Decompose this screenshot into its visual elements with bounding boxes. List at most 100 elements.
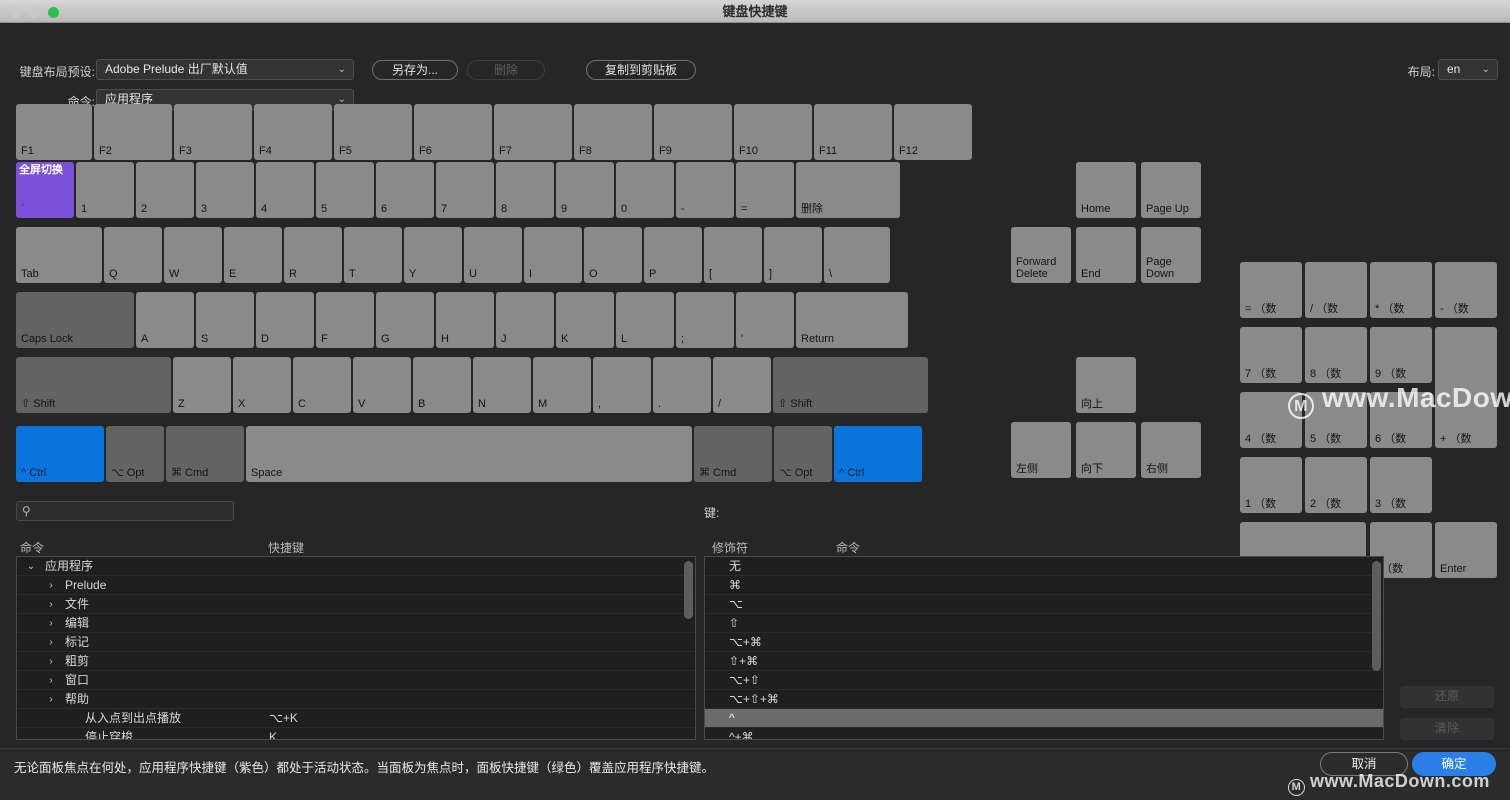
- key-[interactable]: ': [736, 292, 794, 348]
- key-q[interactable]: Q: [104, 227, 162, 283]
- key-7[interactable]: 7: [436, 162, 494, 218]
- key-f6[interactable]: F6: [414, 104, 492, 160]
- key-i[interactable]: I: [524, 227, 582, 283]
- chevron-down-icon[interactable]: ⌄: [25, 557, 37, 576]
- chevron-right-icon[interactable]: ›: [45, 652, 57, 671]
- chevron-right-icon[interactable]: ›: [45, 614, 57, 633]
- key-space[interactable]: Space: [246, 426, 692, 482]
- search-field[interactable]: ⚲: [16, 501, 234, 521]
- key-o[interactable]: O: [584, 227, 642, 283]
- key-b[interactable]: B: [413, 357, 471, 413]
- save-as-button[interactable]: 另存为...: [372, 60, 458, 80]
- key-[interactable]: 删除: [796, 162, 900, 218]
- virtual-keyboard[interactable]: F1 F2 F3 F4 F5 F6 F7 F8 F9 F10 F11 F12 全屏切换 ` 1 2 3 4 5 6 7 8…: [0, 96, 1510, 578]
- key-y[interactable]: Y: [404, 227, 462, 283]
- key-4[interactable]: 4 （数: [1240, 392, 1302, 448]
- key-p[interactable]: P: [644, 227, 702, 283]
- key-v[interactable]: V: [353, 357, 411, 413]
- modifier-list-row[interactable]: ⌥+⇧: [705, 671, 1383, 690]
- key-end[interactable]: End: [1076, 227, 1136, 283]
- key-shift[interactable]: ⇧ Shift: [773, 357, 928, 413]
- key-[interactable]: .: [653, 357, 711, 413]
- ok-button[interactable]: 确定: [1412, 752, 1496, 776]
- key-[interactable]: - （数: [1435, 262, 1497, 318]
- key-3[interactable]: 3 （数: [1370, 457, 1432, 513]
- command-list-row[interactable]: › Prelude: [17, 576, 695, 595]
- modifier-list-row[interactable]: ⌘: [705, 576, 1383, 595]
- key-enter[interactable]: Enter: [1435, 522, 1497, 578]
- command-list-row[interactable]: 停止穿梭 K: [17, 728, 695, 739]
- key-[interactable]: \: [824, 227, 890, 283]
- modifier-list-row[interactable]: ⌥: [705, 595, 1383, 614]
- key-h[interactable]: H: [436, 292, 494, 348]
- key-f8[interactable]: F8: [574, 104, 652, 160]
- key-f3[interactable]: F3: [174, 104, 252, 160]
- scrollbar-thumb[interactable]: [1372, 561, 1381, 671]
- modifier-list-scrollbar[interactable]: [1372, 559, 1381, 737]
- key-z[interactable]: Z: [173, 357, 231, 413]
- modifier-list-row[interactable]: ^: [705, 709, 1383, 728]
- key-5[interactable]: 5 （数: [1305, 392, 1367, 448]
- key-[interactable]: /: [713, 357, 771, 413]
- key-9[interactable]: 9: [556, 162, 614, 218]
- search-input[interactable]: [39, 502, 229, 520]
- key-j[interactable]: J: [496, 292, 554, 348]
- key-8[interactable]: 8 （数: [1305, 327, 1367, 383]
- command-list-row[interactable]: › 窗口: [17, 671, 695, 690]
- key-k[interactable]: K: [556, 292, 614, 348]
- command-list-row[interactable]: › 标记: [17, 633, 695, 652]
- key-[interactable]: 向上: [1076, 357, 1136, 413]
- chevron-right-icon[interactable]: ›: [45, 576, 57, 595]
- key-f2[interactable]: F2: [94, 104, 172, 160]
- key-[interactable]: * （数: [1370, 262, 1432, 318]
- scrollbar-thumb[interactable]: [684, 561, 693, 619]
- keyboard-preset-dropdown[interactable]: Adobe Prelude 出厂默认值 ⌄: [96, 59, 354, 80]
- key-return[interactable]: Return: [796, 292, 908, 348]
- key-[interactable]: 右侧: [1141, 422, 1201, 478]
- command-list-row[interactable]: › 文件: [17, 595, 695, 614]
- key-f10[interactable]: F10: [734, 104, 812, 160]
- key-f4[interactable]: F4: [254, 104, 332, 160]
- key-a[interactable]: A: [136, 292, 194, 348]
- key-f[interactable]: F: [316, 292, 374, 348]
- key-[interactable]: 全屏切换 `: [16, 162, 74, 218]
- modifier-list-row[interactable]: ^+⌘: [705, 728, 1383, 739]
- key-1[interactable]: 1 （数: [1240, 457, 1302, 513]
- chevron-right-icon[interactable]: ›: [45, 671, 57, 690]
- cancel-button[interactable]: 取消: [1320, 752, 1408, 776]
- key-[interactable]: 向下: [1076, 422, 1136, 478]
- key-cmd[interactable]: ⌘ Cmd: [166, 426, 244, 482]
- chevron-right-icon[interactable]: ›: [45, 690, 57, 709]
- command-list-row[interactable]: ⌄ 应用程序: [17, 557, 695, 576]
- key-f12[interactable]: F12: [894, 104, 972, 160]
- key-t[interactable]: T: [344, 227, 402, 283]
- key-[interactable]: ;: [676, 292, 734, 348]
- modifier-list-row[interactable]: ⇧: [705, 614, 1383, 633]
- key-6[interactable]: 6: [376, 162, 434, 218]
- command-list-scrollbar[interactable]: [684, 559, 693, 737]
- key-f7[interactable]: F7: [494, 104, 572, 160]
- command-list[interactable]: ⌄ 应用程序 › Prelude › 文件 › 编辑 › 标记 › 粗剪 › 窗口 › 帮助 从入点到出点播放 ⌥…: [16, 556, 696, 740]
- key-g[interactable]: G: [376, 292, 434, 348]
- copy-to-clipboard-button[interactable]: 复制到剪贴板: [586, 60, 696, 80]
- key-ctrl[interactable]: ^ Ctrl: [16, 426, 104, 482]
- key-cmd[interactable]: ⌘ Cmd: [694, 426, 772, 482]
- key-forward-delete[interactable]: Forward Delete: [1011, 227, 1071, 283]
- key-w[interactable]: W: [164, 227, 222, 283]
- command-list-row[interactable]: 从入点到出点播放 ⌥+K: [17, 709, 695, 728]
- key-e[interactable]: E: [224, 227, 282, 283]
- key-[interactable]: = （数: [1240, 262, 1302, 318]
- command-list-row[interactable]: › 粗剪: [17, 652, 695, 671]
- key-f11[interactable]: F11: [814, 104, 892, 160]
- modifier-list[interactable]: 无 ⌘ ⌥ ⇧ ⌥+⌘ ⇧+⌘ ⌥+⇧ ⌥+⇧+⌘ ^ ^+⌘: [704, 556, 1384, 740]
- key-f5[interactable]: F5: [334, 104, 412, 160]
- key-1[interactable]: 1: [76, 162, 134, 218]
- key-[interactable]: [: [704, 227, 762, 283]
- command-list-row[interactable]: › 帮助: [17, 690, 695, 709]
- key-l[interactable]: L: [616, 292, 674, 348]
- key-8[interactable]: 8: [496, 162, 554, 218]
- key-5[interactable]: 5: [316, 162, 374, 218]
- key-caps-lock[interactable]: Caps Lock: [16, 292, 134, 348]
- key-0[interactable]: 0: [616, 162, 674, 218]
- key-u[interactable]: U: [464, 227, 522, 283]
